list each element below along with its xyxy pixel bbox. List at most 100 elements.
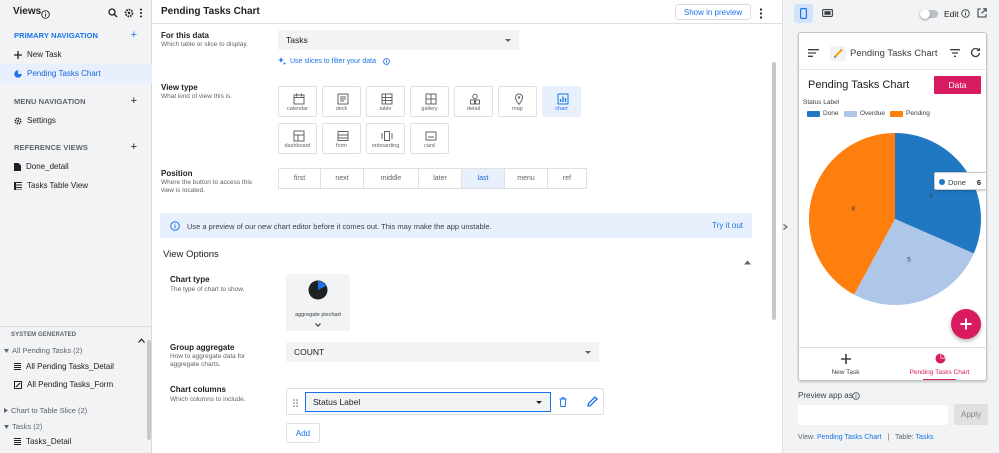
position-option-last[interactable]: last	[462, 168, 505, 189]
view-type-option-dashboard[interactable]: dashboard	[278, 123, 317, 154]
link-label: Use slices to filter your data	[290, 57, 376, 65]
detail-icon	[14, 438, 21, 445]
chart-type-picker[interactable]: aggregate piechart	[286, 274, 350, 331]
apply-button[interactable]: Apply	[954, 404, 988, 425]
sidebar-item-tasks-table-view[interactable]: Tasks Table View	[0, 176, 152, 195]
view-type-option-deck[interactable]: deck	[322, 86, 361, 117]
chart-columns-desc: Which columns to include.	[170, 396, 246, 403]
system-group-chart-to-table-slice[interactable]: Chart to Table Slice (2)	[4, 406, 87, 415]
add-menu-view-button[interactable]: +	[131, 96, 137, 107]
pencil-icon[interactable]	[830, 46, 846, 61]
sidebar-item-new-task[interactable]: New Task	[0, 45, 152, 64]
show-in-preview-button[interactable]: Show in preview	[675, 4, 751, 20]
item-label: All Pending Tasks_Form	[27, 380, 114, 389]
drag-handle-icon[interactable]	[293, 399, 298, 407]
view-type-option-table[interactable]: table	[366, 86, 405, 117]
position-option-ref[interactable]: ref	[548, 168, 587, 189]
try-it-out-link[interactable]: Try it out	[712, 221, 743, 230]
more-vert-icon[interactable]	[759, 6, 763, 24]
delete-icon[interactable]	[559, 397, 567, 407]
view-type-option-gallery[interactable]: gallery	[410, 86, 449, 117]
sidebar-item-pending-tasks-chart[interactable]: Pending Tasks Chart	[0, 64, 152, 83]
add-primary-view-button[interactable]: +	[131, 30, 137, 41]
menu-nav-heading: MENU NAVIGATION	[14, 97, 86, 106]
chevron-up-icon[interactable]	[744, 252, 751, 270]
legend-label: Pending	[906, 110, 930, 117]
plus-icon	[14, 50, 22, 59]
system-item-all-pending-tasks-detail[interactable]: All Pending Tasks_Detail	[14, 362, 114, 371]
editor-header: Pending Tasks Chart Show in preview	[152, 0, 782, 24]
use-slices-link[interactable]: Use slices to filter your data	[278, 57, 390, 65]
add-column-button[interactable]: Add	[286, 423, 320, 443]
legend-item-overdue[interactable]: Overdue	[844, 110, 885, 117]
legend-swatch	[807, 110, 820, 117]
legend-item-done[interactable]: Done	[807, 110, 839, 117]
data-button[interactable]: Data	[934, 76, 981, 94]
more-vert-icon[interactable]	[139, 5, 143, 23]
system-group-tasks[interactable]: Tasks (2)	[4, 422, 42, 431]
table-icon	[14, 181, 22, 190]
view-link[interactable]: Pending Tasks Chart	[817, 434, 881, 441]
for-this-data-label: For this data	[161, 31, 210, 40]
search-icon[interactable]	[108, 5, 118, 23]
position-option-middle[interactable]: middle	[364, 168, 419, 189]
system-group-all-pending-tasks[interactable]: All Pending Tasks (2)	[4, 346, 82, 355]
legend-swatch	[890, 110, 903, 117]
sidebar-item-settings[interactable]: Settings	[0, 111, 152, 130]
chevron-up-icon[interactable]	[138, 330, 145, 348]
plus-icon	[960, 318, 972, 330]
legend-label: Done	[823, 110, 839, 117]
preview-as-input[interactable]	[798, 405, 948, 425]
view-info: View: Pending Tasks Chart | Table: Tasks	[798, 434, 933, 441]
nav-item-new-task[interactable]: New Task	[799, 348, 892, 380]
table-label: Table:	[895, 434, 914, 441]
gear-icon[interactable]	[124, 5, 134, 23]
view-type-desc: What kind of view this is.	[161, 93, 233, 100]
position-option-later[interactable]: later	[419, 168, 462, 189]
app-header: Pending Tasks Chart	[799, 33, 986, 70]
view-type-option-map[interactable]: map	[498, 86, 537, 117]
view-type-option-chart[interactable]: chart	[542, 86, 581, 117]
view-type-option-form[interactable]: form	[322, 123, 361, 154]
view-type-option-card[interactable]: card	[410, 123, 449, 154]
item-label: All Pending Tasks_Detail	[26, 362, 114, 371]
position-option-menu[interactable]: menu	[505, 168, 548, 189]
edit-toggle[interactable]	[920, 9, 938, 19]
toggle-knob	[920, 9, 930, 19]
banner-text: Use a preview of our new chart editor be…	[187, 222, 492, 231]
data-source-select[interactable]: Tasks	[278, 30, 519, 50]
view-type-option-detail[interactable]: detail	[454, 86, 493, 117]
views-sidebar: Views PRIMARY NAVIGATION + New Task Pend…	[0, 0, 152, 453]
add-fab-button[interactable]	[951, 309, 981, 339]
group-aggregate-select[interactable]: COUNT	[286, 342, 599, 362]
nav-item-pending-tasks-chart[interactable]: Pending Tasks Chart	[893, 348, 986, 380]
tablet-icon[interactable]	[822, 9, 833, 17]
sidebar-item-done-detail[interactable]: Done_detail	[0, 157, 152, 176]
position-option-first[interactable]: first	[278, 168, 321, 189]
edit-pencil-icon[interactable]	[587, 396, 598, 407]
view-type-option-calendar[interactable]: calendar	[278, 86, 317, 117]
chart-column-select[interactable]: Status Label	[305, 392, 551, 412]
legend-item-pending[interactable]: Pending	[890, 110, 930, 117]
view-type-option-onboarding[interactable]: onboarding	[366, 123, 405, 154]
mobile-preview-button[interactable]	[794, 4, 813, 23]
chart-column-row: Status Label	[286, 388, 604, 415]
chart-icon	[557, 93, 569, 105]
chevron-down-icon	[4, 424, 9, 429]
info-icon[interactable]	[41, 6, 50, 24]
open-in-new-icon[interactable]	[977, 8, 987, 18]
item-label: Tasks_Detail	[26, 437, 72, 446]
system-item-all-pending-tasks-form[interactable]: All Pending Tasks_Form	[14, 380, 113, 389]
filter-icon[interactable]	[950, 49, 960, 57]
system-item-tasks-detail[interactable]: Tasks_Detail	[14, 437, 71, 446]
add-reference-view-button[interactable]: +	[131, 142, 137, 153]
refresh-icon[interactable]	[970, 47, 981, 58]
menu-sort-icon[interactable]	[808, 49, 819, 57]
chart-columns-label: Chart columns	[170, 385, 227, 394]
sidebar-scrollbar[interactable]	[147, 340, 151, 440]
info-icon[interactable]	[852, 392, 860, 400]
info-icon[interactable]	[961, 9, 970, 18]
position-option-next[interactable]: next	[321, 168, 364, 189]
editor-scrollbar[interactable]	[772, 62, 776, 320]
table-link[interactable]: Tasks	[916, 434, 934, 441]
